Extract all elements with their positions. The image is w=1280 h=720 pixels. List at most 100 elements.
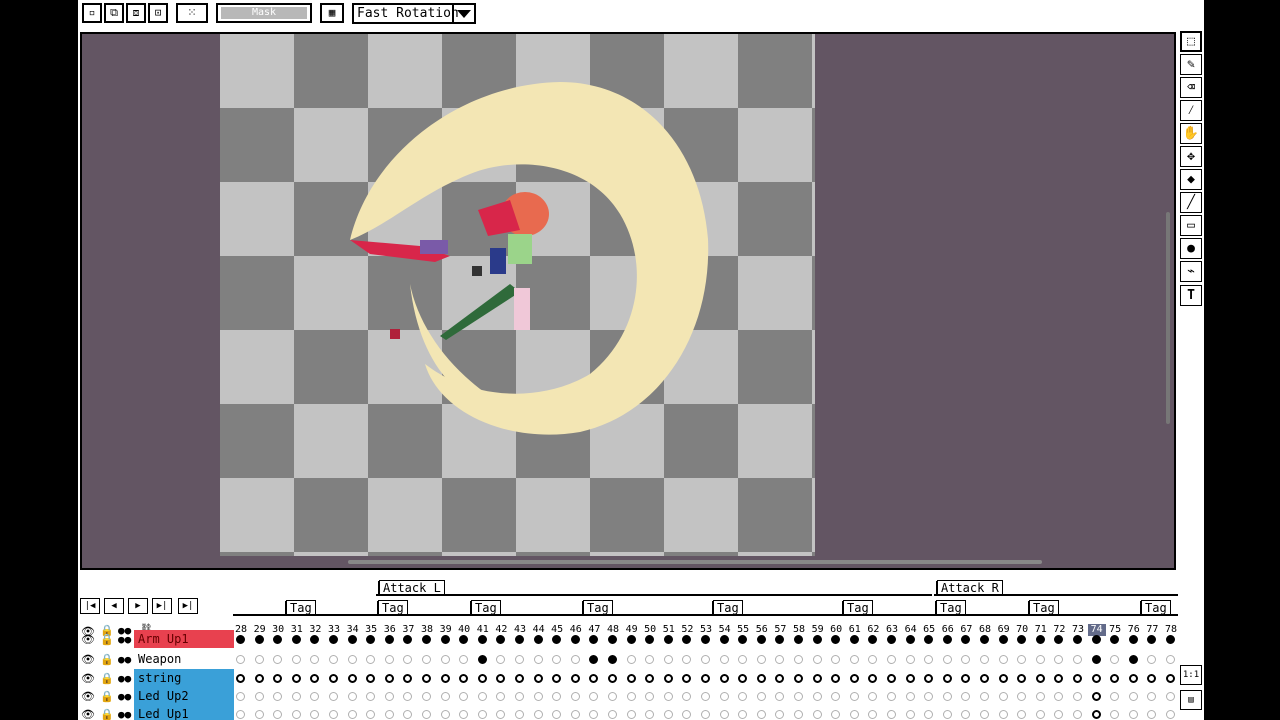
cel[interactable] [663,674,673,683]
cel[interactable] [459,655,469,664]
cel[interactable] [422,635,431,644]
cel[interactable] [831,635,841,644]
cel[interactable] [980,692,989,701]
layer-name[interactable]: Arm Up1 [134,630,234,648]
mask-selector[interactable]: Mask [216,3,312,23]
cel[interactable] [477,674,487,683]
cel[interactable] [1054,692,1064,701]
cel[interactable] [756,710,766,719]
cel[interactable] [924,710,934,719]
layer-name[interactable]: Led Up1 [134,705,234,720]
lock-icon[interactable]: 🔒 [100,650,114,669]
cel[interactable] [719,710,729,719]
pencil-icon[interactable]: ✎ [1180,54,1202,75]
cel[interactable] [366,674,376,683]
cel[interactable] [347,692,357,701]
cel[interactable] [273,710,283,719]
cel[interactable] [291,674,301,683]
cel[interactable] [887,635,896,644]
cel[interactable] [701,710,710,719]
cel[interactable] [1128,710,1138,719]
cel[interactable] [719,674,729,683]
text-icon[interactable]: T [1180,285,1202,306]
eye-icon[interactable]: 👁 [81,687,95,706]
cel[interactable] [366,692,376,701]
cel[interactable] [626,710,636,719]
cel[interactable] [1166,710,1175,719]
cel[interactable] [254,692,264,701]
cel[interactable] [236,692,245,701]
cel[interactable] [794,692,803,701]
cel[interactable] [738,674,748,683]
cel[interactable] [440,674,450,683]
cel[interactable] [1035,655,1045,664]
lock-icon[interactable]: 🔒 [100,669,114,688]
cel[interactable] [366,655,376,664]
play-icon[interactable]: ▶ [128,598,148,614]
cel[interactable] [998,692,1008,701]
cel[interactable] [329,674,338,683]
cel[interactable] [887,710,896,719]
cel[interactable] [1017,674,1027,683]
cel[interactable] [905,710,915,719]
cel[interactable] [1017,710,1027,719]
canvas-viewport[interactable] [80,32,1176,570]
eraser-icon[interactable]: ⌫ [1180,77,1202,98]
cel[interactable] [849,674,859,683]
cel[interactable] [608,710,617,719]
cel[interactable] [961,710,971,719]
cel[interactable] [533,655,543,664]
cel[interactable] [756,635,766,644]
cel[interactable] [1128,655,1138,664]
cel[interactable] [868,710,878,719]
cel[interactable] [626,655,636,664]
cel[interactable] [1147,635,1157,644]
cel[interactable] [998,635,1008,644]
cel[interactable] [1110,674,1120,683]
cel[interactable] [942,655,952,664]
cel[interactable] [254,710,264,719]
cel[interactable] [1054,710,1064,719]
cel[interactable] [831,710,841,719]
cel[interactable] [1017,655,1027,664]
cel[interactable] [291,655,301,664]
cel[interactable] [924,692,934,701]
cel[interactable] [403,710,413,719]
pixel-perfect-icon[interactable]: ⁙ [176,3,208,23]
cel[interactable] [1110,655,1120,664]
cel[interactable] [626,674,636,683]
cel[interactable] [831,674,841,683]
cel[interactable] [812,692,822,701]
cel[interactable] [273,655,283,664]
cel[interactable] [924,655,934,664]
hand-icon[interactable]: ✋ [1180,123,1202,144]
cel[interactable] [589,655,599,664]
cel[interactable] [1017,692,1027,701]
cel[interactable] [403,635,413,644]
cel[interactable] [887,674,896,683]
eye-icon[interactable]: 👁 [81,650,95,669]
cel[interactable] [459,635,469,644]
cel[interactable] [236,710,245,719]
cel[interactable] [794,655,803,664]
cel[interactable] [868,655,878,664]
cel[interactable] [608,635,617,644]
cel[interactable] [887,692,896,701]
cel[interactable] [291,710,301,719]
cel[interactable] [812,710,822,719]
cel[interactable] [570,635,580,644]
smudge-icon[interactable]: ⌁ [1180,261,1202,282]
select-mode-intersect-icon[interactable]: ⊡ [148,3,168,23]
cel[interactable] [924,674,934,683]
cel[interactable] [310,655,320,664]
cel[interactable] [1073,674,1082,683]
lock-icon[interactable]: 🔒 [100,630,114,649]
cel[interactable] [329,635,338,644]
cel[interactable] [515,692,524,701]
cel[interactable] [570,655,580,664]
tag-attack-r[interactable]: Attack_R [936,580,1003,595]
cel[interactable] [924,635,934,644]
sprite-canvas[interactable] [220,34,815,556]
rotation-mode-select[interactable]: Fast Rotation [352,3,476,24]
cel[interactable] [701,692,710,701]
